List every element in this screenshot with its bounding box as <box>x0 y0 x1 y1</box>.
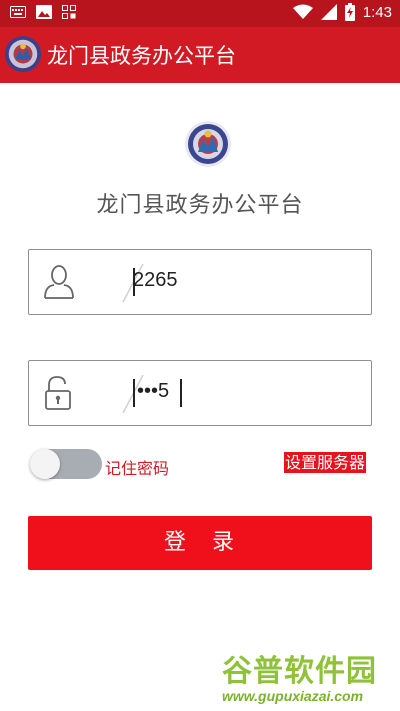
grid-icon <box>62 5 76 19</box>
wifi-icon <box>292 4 313 19</box>
username-input[interactable]: 2265 <box>133 269 178 292</box>
status-right-icons: 1:43 <box>292 3 392 21</box>
status-left-icons <box>10 5 76 19</box>
county-emblem-icon <box>185 121 231 167</box>
signal-icon <box>320 4 337 20</box>
watermark-url: www.gupuxiazai.com <box>222 688 364 704</box>
password-input[interactable]: •••5 <box>137 380 169 403</box>
county-emblem-icon <box>4 35 42 73</box>
remember-password-label[interactable]: 记住密码 <box>105 455 169 479</box>
user-icon <box>44 265 74 299</box>
server-settings-button[interactable]: 设置服务器 <box>284 452 367 473</box>
username-field[interactable]: 2265 <box>28 249 372 315</box>
keyboard-icon <box>10 6 26 18</box>
battery-icon <box>344 3 355 21</box>
password-field[interactable]: •••5 <box>28 360 372 426</box>
status-time: 1:43 <box>362 3 392 21</box>
status-bar: 1:43 <box>0 0 400 27</box>
app-title: 龙门县政务办公平台 <box>47 44 236 68</box>
image-icon <box>36 5 52 19</box>
text-caret <box>133 379 135 407</box>
toggle-knob <box>30 449 60 479</box>
unlock-icon <box>45 376 71 410</box>
page-title: 龙门县政务办公平台 <box>96 193 304 218</box>
text-caret-end <box>180 379 182 407</box>
watermark-title: 谷普软件园 <box>222 654 377 689</box>
login-button[interactable]: 登 录 <box>28 516 372 570</box>
remember-password-toggle[interactable] <box>30 448 102 480</box>
app-bar: 龙门县政务办公平台 <box>0 27 400 83</box>
watermark: 谷普软件园 www.gupuxiazai.com <box>220 646 398 708</box>
